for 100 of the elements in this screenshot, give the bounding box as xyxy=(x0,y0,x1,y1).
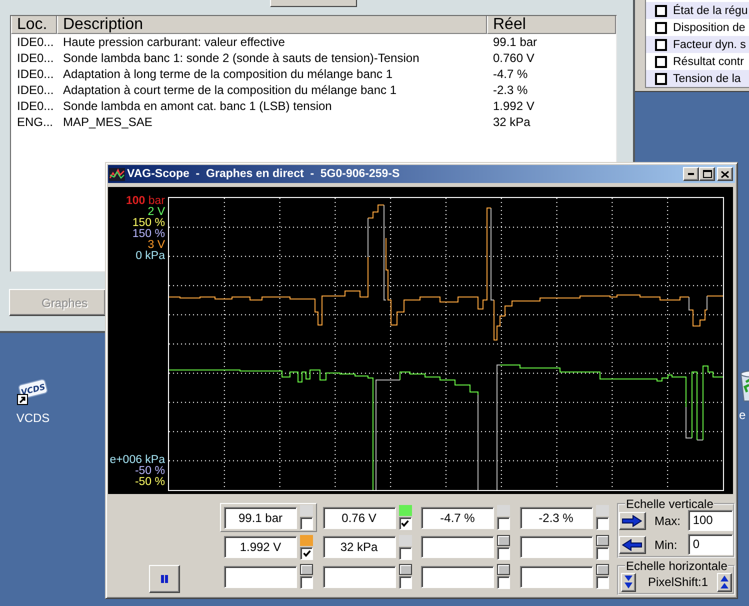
shift-up-button[interactable] xyxy=(717,572,732,592)
color-swatch-icon[interactable] xyxy=(300,505,313,516)
color-swatch-icon[interactable] xyxy=(497,534,510,546)
group-title: Echelle horizontale xyxy=(625,560,728,572)
list-item[interactable]: Facteur dyn. s xyxy=(646,36,749,53)
table-cell-text: 32 kPa xyxy=(492,114,532,130)
value-field[interactable]: 1.992 V xyxy=(224,536,297,558)
double-arrow-up-icon xyxy=(720,575,729,589)
value-field[interactable] xyxy=(322,566,396,588)
value-field[interactable] xyxy=(421,566,494,588)
checkbox[interactable] xyxy=(655,38,667,50)
recycle-bin-icon[interactable] xyxy=(739,370,749,402)
value-field[interactable]: 32 kPa xyxy=(322,536,396,558)
table-cell-text: -2.3 % xyxy=(492,82,529,98)
color-swatch-icon[interactable] xyxy=(497,564,510,575)
checkbox[interactable] xyxy=(596,576,608,589)
arrow-left-button[interactable] xyxy=(619,536,646,554)
arrow-right-button[interactable] xyxy=(619,512,646,530)
table-cell-text: 0.760 V xyxy=(492,50,536,66)
table-cell-text: Adaptation à court terme de la composition du mélange banc 1 xyxy=(62,82,398,98)
table-cell-text: Adaptation à long terme de la composition du mélange banc 1 xyxy=(62,66,394,82)
arrow-right-icon xyxy=(622,514,642,526)
checkbox[interactable] xyxy=(398,546,412,560)
max-input[interactable]: 100 xyxy=(688,510,733,531)
value-field[interactable] xyxy=(520,566,592,588)
checkbox[interactable] xyxy=(497,546,510,560)
value-field[interactable]: 0.76 V xyxy=(322,506,396,528)
desktop-icon-label[interactable]: e xyxy=(739,409,746,421)
color-swatch-icon[interactable] xyxy=(300,564,313,575)
table-cell-text: 99.1 bar xyxy=(492,34,538,50)
color-swatch-icon[interactable] xyxy=(497,505,510,516)
checkbox[interactable] xyxy=(596,517,608,530)
scale-label: 150 % xyxy=(132,218,165,229)
checkbox[interactable] xyxy=(655,56,667,68)
checkbox[interactable] xyxy=(655,22,667,34)
checkbox[interactable] xyxy=(398,517,412,530)
checkbox[interactable] xyxy=(596,546,608,560)
value-field[interactable]: -4.7 % xyxy=(421,506,494,528)
minimize-button[interactable] xyxy=(683,167,699,181)
scale-label: 3 V xyxy=(148,240,165,251)
checkmark-icon xyxy=(401,520,409,527)
scale-label: 150 % xyxy=(132,229,165,240)
value-field[interactable]: -2.3 % xyxy=(520,506,592,528)
color-swatch-icon[interactable] xyxy=(596,505,608,516)
value-field[interactable]: 99.1 bar xyxy=(224,506,297,528)
color-swatch-icon[interactable] xyxy=(398,564,412,575)
checkbox[interactable] xyxy=(300,517,313,530)
close-button[interactable] xyxy=(717,167,733,181)
checkbox[interactable] xyxy=(300,576,313,589)
color-swatch-icon[interactable] xyxy=(596,564,608,575)
waveform-icon xyxy=(109,166,125,182)
color-swatch-icon[interactable] xyxy=(596,534,608,546)
value-field[interactable] xyxy=(421,536,494,558)
table-cell-text: Sonde lambda banc 1: sonde 2 (sonde à sauts de tension)-Tension xyxy=(62,50,420,66)
channel-cell[interactable]: 99.1 bar xyxy=(220,503,317,532)
pause-button[interactable] xyxy=(149,565,180,593)
scale-label: 2 V xyxy=(148,207,165,218)
list-item[interactable]: État de la régu xyxy=(646,2,749,19)
desktop-icon-label[interactable]: VCDS xyxy=(16,412,50,424)
min-input[interactable]: 0 xyxy=(688,534,733,555)
arrow-left-icon xyxy=(622,538,642,550)
maximize-icon xyxy=(702,170,712,178)
color-swatch-icon[interactable] xyxy=(398,534,412,546)
pause-icon xyxy=(161,575,168,583)
value-field[interactable] xyxy=(520,536,592,558)
maximize-button[interactable] xyxy=(699,167,715,181)
max-label: Max: xyxy=(654,514,682,528)
min-label: Min: xyxy=(654,538,678,552)
checkbox[interactable] xyxy=(655,4,667,16)
checkbox[interactable] xyxy=(655,72,667,84)
table-cell-text: ENG... xyxy=(16,114,54,130)
shift-down-button[interactable] xyxy=(621,572,636,592)
table-cell-text: 1.992 V xyxy=(492,98,536,114)
list-item[interactable]: Tension de la xyxy=(646,70,749,87)
pixel-shift-label: PixelShift:1 xyxy=(648,575,708,589)
table-cell-text: -4.7 % xyxy=(492,66,529,82)
color-swatch-icon[interactable] xyxy=(398,505,412,516)
table-cell-text: IDE0... xyxy=(16,66,55,82)
value-field[interactable] xyxy=(224,566,297,588)
color-swatch-icon[interactable] xyxy=(300,534,313,546)
table-cell-text: MAP_MES_SAE xyxy=(62,114,154,130)
checkmark-icon xyxy=(302,550,310,556)
channel-cell[interactable]: 0.76 V xyxy=(318,503,416,532)
window-button[interactable] xyxy=(270,0,357,7)
checkbox[interactable] xyxy=(398,576,412,589)
channel-cell[interactable]: -2.3 % xyxy=(516,503,612,532)
group-title: Echelle verticale xyxy=(625,498,714,510)
checkbox[interactable] xyxy=(497,517,510,530)
channel-cell[interactable]: -4.7 % xyxy=(417,503,514,532)
column-header[interactable]: Loc. xyxy=(11,16,57,34)
channel-cell[interactable]: 1.992 V xyxy=(220,532,317,562)
table-cell-text: IDE0... xyxy=(16,50,55,66)
checkbox[interactable] xyxy=(300,546,313,560)
channel-cell[interactable]: 32 kPa xyxy=(318,532,416,562)
checkbox[interactable] xyxy=(497,576,510,589)
column-header[interactable]: Réel xyxy=(487,16,616,34)
window-title: VAG-Scope - Graphes en direct - 5G0-906-259-S xyxy=(127,168,401,180)
minimize-icon xyxy=(688,173,694,175)
table-cell-text: Haute pression carburant: valeur effective xyxy=(62,34,286,50)
column-header[interactable]: Description xyxy=(57,16,487,34)
